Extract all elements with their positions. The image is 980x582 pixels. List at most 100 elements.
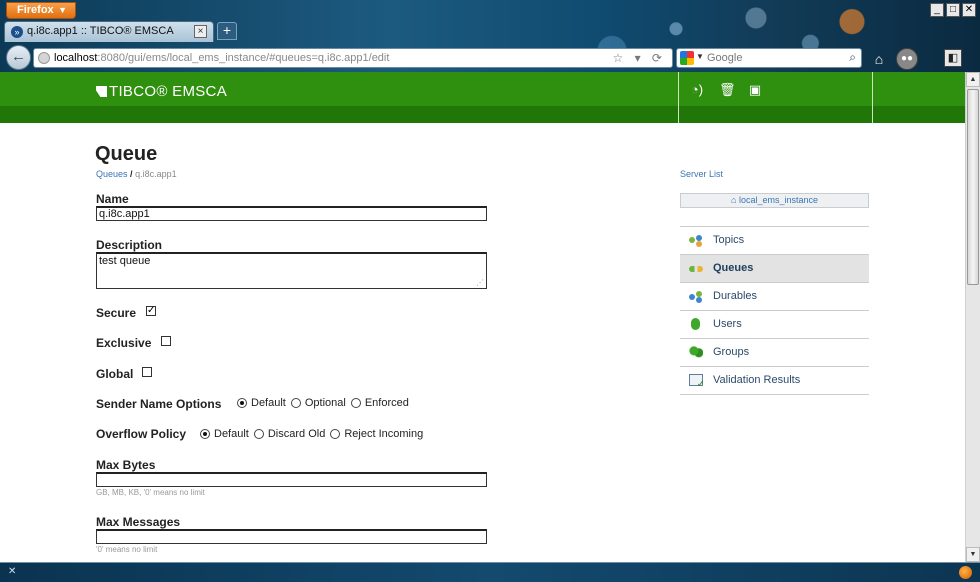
breadcrumb: Queues / q.i8c.app1 — [96, 169, 177, 179]
durables-icon — [689, 291, 703, 302]
search-placeholder: Google — [707, 52, 743, 64]
browser-chrome: Firefox ▼ _ □ ✕ » q.i8c.app1 :: TIBCO® E… — [0, 0, 980, 72]
server-list-link[interactable]: Server List — [680, 169, 723, 179]
radio-label: Enforced — [364, 397, 409, 409]
sender-name-option-enforced[interactable]: Enforced — [350, 397, 409, 409]
search-icon[interactable]: ⌕ — [849, 50, 856, 65]
users-icon — [691, 318, 700, 330]
breadcrumb-current: q.i8c.app1 — [135, 169, 177, 179]
radio-button[interactable] — [290, 398, 301, 408]
max-messages-hint: '0' means no limit — [96, 545, 158, 554]
close-window-button[interactable]: ✕ — [962, 3, 976, 17]
instance-icon: ⌂ — [731, 195, 737, 205]
home-icon[interactable]: ⌂ — [870, 50, 888, 68]
firefox-addon-icon[interactable] — [959, 566, 972, 579]
minimize-button[interactable]: _ — [930, 3, 944, 17]
sidebar-item-label: Durables — [713, 290, 758, 302]
breadcrumb-separator: / — [130, 169, 133, 179]
description-value: test queue — [99, 255, 151, 267]
max-messages-label: Max Messages — [96, 515, 181, 529]
sidebar-item-label: Queues — [713, 262, 754, 274]
global-label: Global — [96, 367, 134, 381]
secure-checkbox[interactable]: ✓ — [146, 306, 156, 316]
radio-button[interactable] — [237, 398, 247, 408]
app-header: TIBCO® EMSCA ◔) 🗑 ▣ — [0, 72, 965, 123]
sidebar-item-groups[interactable]: Groups — [680, 339, 869, 367]
close-icon[interactable]: ✕ — [8, 566, 16, 577]
maximize-button[interactable]: □ — [946, 3, 960, 17]
header-toolbar: ◔) 🗑 ▣ — [678, 72, 873, 123]
close-tab-icon[interactable]: × — [194, 25, 207, 38]
url-host: localhost — [54, 52, 98, 64]
topics-icon — [689, 235, 703, 246]
tibco-logo[interactable]: TIBCO® EMSCA — [96, 83, 227, 100]
sender-name-option-default[interactable]: Default — [237, 397, 286, 409]
max-bytes-label: Max Bytes — [96, 458, 156, 472]
radio-label: Optional — [304, 397, 346, 409]
radio-button[interactable] — [330, 429, 341, 439]
browser-tab[interactable]: » q.i8c.app1 :: TIBCO® EMSCA × — [4, 21, 214, 42]
sidebar-item-topics[interactable]: Topics — [680, 227, 869, 255]
bookmarks-icon[interactable]: ◧ — [944, 49, 962, 67]
sidebar-item-durables[interactable]: Durables — [680, 283, 869, 311]
tibco-mark-icon — [96, 86, 107, 97]
secure-label: Secure — [96, 306, 137, 320]
google-icon[interactable] — [680, 51, 694, 65]
sidebar-item-queues[interactable]: Queues — [680, 255, 869, 283]
name-label: Name — [96, 192, 129, 206]
url-path: :8080/gui/ems/local_ems_instance/#queues… — [97, 52, 390, 64]
max-messages-input[interactable] — [96, 529, 487, 544]
window-controls: _ □ ✕ — [930, 3, 976, 17]
resize-grip-icon[interactable]: ⋰ — [476, 278, 484, 287]
chevron-down-icon: ▼ — [58, 5, 67, 15]
scroll-up-icon[interactable]: ▲ — [966, 72, 980, 87]
radio-button[interactable] — [200, 429, 210, 439]
firefox-menu-button[interactable]: Firefox ▼ — [6, 2, 76, 19]
favicon-icon: » — [11, 26, 23, 38]
radio-label: Discard Old — [267, 428, 326, 440]
overflow-option-default[interactable]: Default — [200, 428, 249, 440]
status-bar: ✕ — [0, 562, 980, 582]
radio-button[interactable] — [253, 429, 264, 439]
back-button[interactable]: ← — [6, 45, 31, 70]
radio-label: Default — [214, 428, 249, 440]
site-identity-icon[interactable] — [38, 52, 50, 64]
instance-box[interactable]: ⌂ local_ems_instance — [680, 193, 869, 208]
addon-icon[interactable]: ●● — [896, 48, 918, 70]
firefox-menu-label: Firefox — [17, 4, 54, 16]
description-textarea[interactable]: test queue ⋰ — [96, 252, 487, 289]
sidebar-item-label: Topics — [713, 234, 745, 246]
vertical-scrollbar[interactable]: ▲ ▼ — [965, 72, 980, 562]
radio-button[interactable] — [350, 398, 361, 408]
navigation-bar: ← localhost:8080/gui/ems/local_ems_insta… — [0, 42, 980, 72]
url-actions[interactable]: ☆ ▾ ⟳ — [612, 51, 666, 65]
new-tab-button[interactable]: + — [217, 22, 237, 40]
name-input[interactable]: q.i8c.app1 — [96, 206, 487, 221]
scroll-thumb[interactable] — [967, 89, 979, 285]
max-bytes-hint: GB, MB, KB, '0' means no limit — [96, 488, 205, 497]
search-bar[interactable]: ▼ Google ⌕ — [676, 48, 862, 68]
queues-icon — [689, 266, 703, 272]
global-checkbox[interactable] — [142, 367, 152, 377]
broadcast-icon[interactable]: ◔) — [689, 82, 705, 98]
sidebar-item-validation-results[interactable]: Validation Results — [680, 367, 869, 398]
overflow-policy-label: Overflow Policy — [96, 427, 187, 441]
sidebar-item-label: Validation Results — [713, 374, 801, 386]
scroll-down-icon[interactable]: ▼ — [966, 547, 980, 562]
breadcrumb-queues-link[interactable]: Queues — [96, 169, 128, 179]
overflow-option-discard-old[interactable]: Discard Old — [253, 428, 326, 440]
exclusive-checkbox[interactable] — [161, 336, 171, 346]
overflow-policy-radio-group: Default Discard Old Reject Incoming — [200, 428, 428, 440]
trash-icon[interactable]: 🗑 — [719, 82, 736, 98]
groups-icon — [689, 345, 703, 358]
overflow-option-reject-incoming[interactable]: Reject Incoming — [330, 428, 423, 440]
tab-title: q.i8c.app1 :: TIBCO® EMSCA — [27, 25, 174, 37]
url-bar[interactable]: localhost:8080/gui/ems/local_ems_instanc… — [33, 48, 673, 68]
save-icon[interactable]: ▣ — [747, 82, 763, 98]
max-bytes-input[interactable] — [96, 472, 487, 487]
sidebar-item-users[interactable]: Users — [680, 311, 869, 339]
instance-name: local_ems_instance — [738, 195, 818, 205]
sidebar-item-label: Groups — [713, 346, 750, 358]
radio-label: Reject Incoming — [344, 428, 424, 440]
sender-name-option-optional[interactable]: Optional — [290, 397, 346, 409]
